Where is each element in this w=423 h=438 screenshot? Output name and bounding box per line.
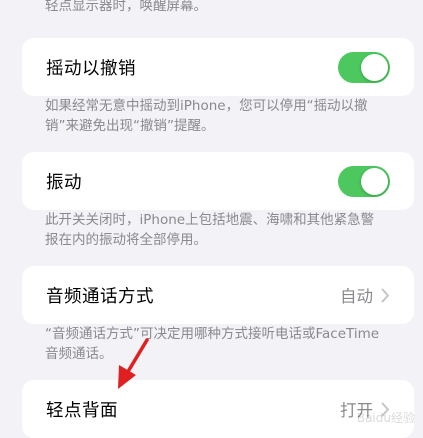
- call-audio-routing-value: 自动: [340, 287, 373, 306]
- toggle-knob: [361, 167, 388, 195]
- chevron-right-icon: [381, 288, 389, 302]
- shake-to-undo-footer: 如果经常无意中摇动到iPhone，您可以停用“摇动以撤销”来避免出现“撤销”提醒…: [45, 98, 368, 134]
- shake-to-undo-toggle[interactable]: [338, 51, 390, 83]
- vibration-toggle[interactable]: [338, 165, 390, 197]
- vibration-label: 振动: [46, 172, 82, 193]
- call-audio-routing-label: 音频通话方式: [46, 286, 154, 307]
- toggle-knob: [361, 53, 388, 81]
- vibration-row[interactable]: 振动: [22, 152, 414, 210]
- call-audio-routing-footer: “音频通话方式”可决定用哪种方式接听电话或FaceTime音频通话。: [45, 326, 380, 362]
- watermark-logo: Baidu经验: [356, 411, 415, 425]
- vibration-footer: 此开关关闭时，iPhone上包括地震、海啸和其他紧急警报在内的振动将全部停用。: [45, 212, 375, 248]
- back-tap-label: 轻点背面: [46, 400, 118, 421]
- wake-display-footer: 轻点显示器时，唤醒屏幕。: [45, 0, 207, 14]
- shake-to-undo-row[interactable]: 摇动以撤销: [22, 38, 414, 96]
- call-audio-routing-row[interactable]: 音频通话方式 自动: [22, 266, 414, 324]
- shake-to-undo-label: 摇动以撤销: [46, 58, 136, 79]
- back-tap-row[interactable]: 轻点背面 打开: [22, 380, 414, 438]
